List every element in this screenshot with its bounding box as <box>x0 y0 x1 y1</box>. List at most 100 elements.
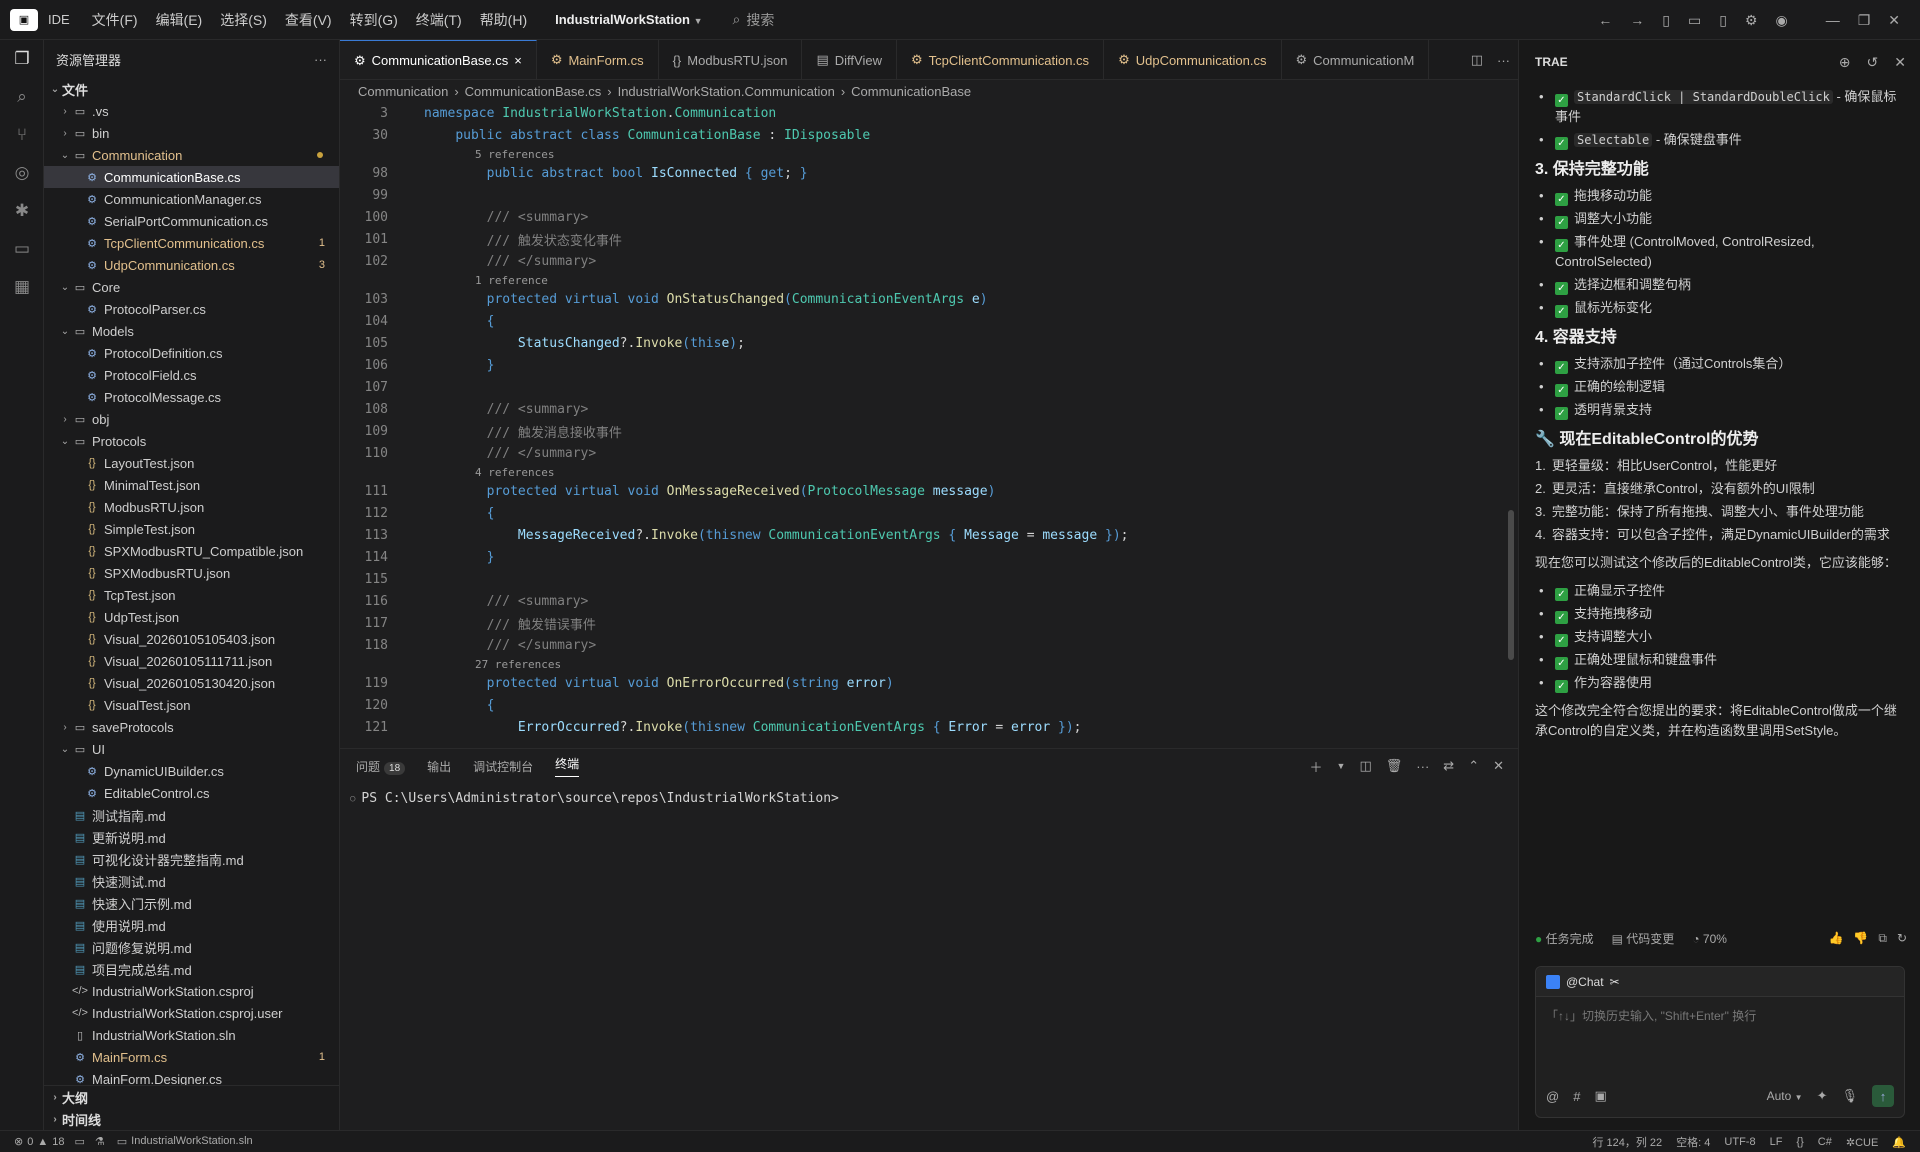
menu-item[interactable]: 文件(F) <box>92 10 138 30</box>
new-terminal-icon[interactable]: ＋ <box>1310 757 1323 776</box>
sparkle-icon[interactable]: ✦ <box>1817 1088 1828 1104</box>
chevron-down-icon[interactable]: ▼ <box>1337 761 1346 771</box>
code-changes-button[interactable]: ▤ 代码变更 <box>1612 930 1675 947</box>
tree-file[interactable]: ⚙ CommunicationBase.cs <box>44 166 339 188</box>
tree-file[interactable]: ⚙ TcpClientCommunication.cs 1 <box>44 232 339 254</box>
menu-item[interactable]: 编辑(E) <box>156 10 203 30</box>
layout-icon[interactable]: ⇄ <box>1443 758 1454 774</box>
tree-folder[interactable]: ⌄ ▭ UI <box>44 738 339 760</box>
trash-icon[interactable]: 🗑 <box>1386 758 1403 774</box>
tree-file[interactable]: {} LayoutTest.json <box>44 452 339 474</box>
indentation[interactable]: 空格: 4 <box>1676 1134 1710 1150</box>
braces-icon[interactable]: {} <box>1796 1136 1803 1148</box>
microphone-icon[interactable]: 🎙 <box>1841 1088 1858 1104</box>
extensions-icon[interactable]: ▦ <box>0 268 44 306</box>
code-line[interactable]: 109 /// 触发消息接收事件 <box>340 420 1518 442</box>
editor-tab[interactable]: ⚙ CommunicationM <box>1282 40 1430 79</box>
maximize-panel-icon[interactable]: ⌃ <box>1468 758 1479 774</box>
tree-folder[interactable]: ⌄ ▭ Communication <box>44 144 339 166</box>
retry-icon[interactable]: ↻ <box>1897 931 1907 946</box>
close-tab-icon[interactable]: × <box>514 53 522 68</box>
sticky-scroll-line[interactable]: 3 namespace IndustrialWorkStation.Communi… <box>340 102 1518 124</box>
code-line[interactable]: 119 protected virtual void OnErrorOccurr… <box>340 672 1518 694</box>
flask-icon[interactable]: ⚗ <box>95 1135 105 1148</box>
code-line[interactable]: 106 } <box>340 354 1518 376</box>
code-lens-references[interactable]: 1 reference <box>475 272 1518 288</box>
timeline-section[interactable]: › 时间线 <box>44 1108 339 1130</box>
tree-file[interactable]: ⚙ CommunicationManager.cs <box>44 188 339 210</box>
end-of-line[interactable]: LF <box>1770 1136 1783 1148</box>
more-actions-icon[interactable]: ··· <box>1416 759 1429 774</box>
code-line[interactable]: 115 <box>340 568 1518 590</box>
terminal-line[interactable]: ○ PS C:\Users\Administrator\source\repos… <box>350 791 1518 806</box>
tree-file[interactable]: ⚙ MainForm.cs 1 <box>44 1046 339 1068</box>
explorer-icon[interactable]: ❐ <box>0 40 44 78</box>
more-actions-icon[interactable]: ··· <box>314 52 327 67</box>
tree-file[interactable]: {} Visual_20260105111711.json <box>44 650 339 672</box>
encoding[interactable]: UTF-8 <box>1724 1136 1755 1148</box>
code-lens-references[interactable]: 5 references <box>475 146 1518 162</box>
code-line[interactable]: 117 /// 触发错误事件 <box>340 612 1518 634</box>
account-icon[interactable]: ◉ <box>1775 12 1787 29</box>
editor-tab[interactable]: {} ModbusRTU.json <box>659 40 803 79</box>
tree-file[interactable]: </> IndustrialWorkStation.csproj <box>44 980 339 1002</box>
mention-at-icon[interactable]: @ <box>1546 1089 1559 1104</box>
tree-file[interactable]: {} MinimalTest.json <box>44 474 339 496</box>
code-line[interactable]: 113 MessageReceived?.Invoke(thisnew Comm… <box>340 524 1518 546</box>
tree-file[interactable]: ⚙ EditableControl.cs <box>44 782 339 804</box>
notifications-bell-icon[interactable]: 🔔 <box>1892 1136 1906 1149</box>
tree-file[interactable]: ▯ IndustrialWorkStation.sln <box>44 1024 339 1046</box>
settings-gear-icon[interactable]: ⚙ <box>1745 12 1758 29</box>
editor-tab[interactable]: ⚙ MainForm.cs <box>537 40 659 79</box>
editor-tab[interactable]: ⚙ CommunicationBase.cs × <box>340 40 537 79</box>
code-line[interactable]: 108 /// <summary> <box>340 398 1518 420</box>
code-line[interactable]: 118 /// </summary> <box>340 634 1518 656</box>
cue-status[interactable]: ✲CUE <box>1846 1136 1878 1149</box>
code-line[interactable]: 111 protected virtual void OnMessageRece… <box>340 480 1518 502</box>
project-switcher[interactable]: IndustrialWorkStation ▼ <box>555 12 702 27</box>
code-lens-references[interactable]: 4 references <box>475 464 1518 480</box>
tree-file[interactable]: ▤ 项目完成总结.md <box>44 958 339 980</box>
tree-file[interactable]: ▤ 可视化设计器完整指南.md <box>44 848 339 870</box>
editor-scrollbar[interactable] <box>1508 510 1514 660</box>
back-arrow-icon[interactable]: ← <box>1598 12 1612 28</box>
close-chat-icon[interactable]: ✕ <box>1894 54 1906 71</box>
breadcrumb-item[interactable]: Communication <box>358 84 448 99</box>
tree-file[interactable]: ⚙ DynamicUIBuilder.cs <box>44 760 339 782</box>
code-line[interactable]: 116 /// <summary> <box>340 590 1518 612</box>
cursor-position[interactable]: 行 124，列 22 <box>1592 1134 1662 1150</box>
panel-tab[interactable]: 输出 <box>427 758 451 775</box>
tree-folder[interactable]: ⌄ ▭ Models <box>44 320 339 342</box>
code-editor[interactable]: 3 namespace IndustrialWorkStation.Communi… <box>340 102 1518 738</box>
tree-folder[interactable]: › ▭ obj <box>44 408 339 430</box>
sticky-scroll-line[interactable]: 30 public abstract class CommunicationBa… <box>340 124 1518 146</box>
problems-status[interactable]: ⊗ 0 ▲ 18 <box>14 1135 64 1149</box>
menu-item[interactable]: 转到(G) <box>350 10 398 30</box>
tree-file[interactable]: ▤ 问题修复说明.md <box>44 936 339 958</box>
editor-tab[interactable]: ▤ DiffView <box>802 40 897 79</box>
new-chat-icon[interactable]: ⊕ <box>1839 54 1851 71</box>
panel-tab[interactable]: 终端 <box>555 755 580 777</box>
tree-file[interactable]: {} SimpleTest.json <box>44 518 339 540</box>
tree-folder[interactable]: › ▭ .vs <box>44 100 339 122</box>
panel-tab[interactable]: 调试控制台 <box>473 758 533 775</box>
close-panel-icon[interactable]: ✕ <box>1493 758 1504 774</box>
search-input[interactable]: ⌕ 搜索 <box>733 10 775 30</box>
tree-file[interactable]: ⚙ ProtocolParser.cs <box>44 298 339 320</box>
tree-file[interactable]: ⚙ UdpCommunication.cs 3 <box>44 254 339 276</box>
send-button[interactable]: ↑ <box>1872 1085 1894 1107</box>
image-upload-icon[interactable]: ▣ <box>1594 1088 1606 1104</box>
code-line[interactable]: 107 <box>340 376 1518 398</box>
tree-file[interactable]: ⚙ SerialPortCommunication.cs <box>44 210 339 232</box>
close-window-icon[interactable]: ✕ <box>1888 12 1900 29</box>
tree-folder[interactable]: ⌄ ▭ Protocols <box>44 430 339 452</box>
solution-status[interactable]: ▭ IndustrialWorkStation.sln <box>117 1135 253 1148</box>
source-control-icon[interactable]: ⑂ <box>0 116 44 154</box>
tree-file[interactable]: {} SPXModbusRTU.json <box>44 562 339 584</box>
menu-item[interactable]: 终端(T) <box>416 10 462 30</box>
tree-file[interactable]: {} Visual_20260105105403.json <box>44 628 339 650</box>
breadcrumb-item[interactable]: CommunicationBase <box>851 84 971 99</box>
tree-file[interactable]: {} UdpTest.json <box>44 606 339 628</box>
forward-arrow-icon[interactable]: → <box>1630 12 1644 28</box>
code-line[interactable]: 103 protected virtual void OnStatusChang… <box>340 288 1518 310</box>
